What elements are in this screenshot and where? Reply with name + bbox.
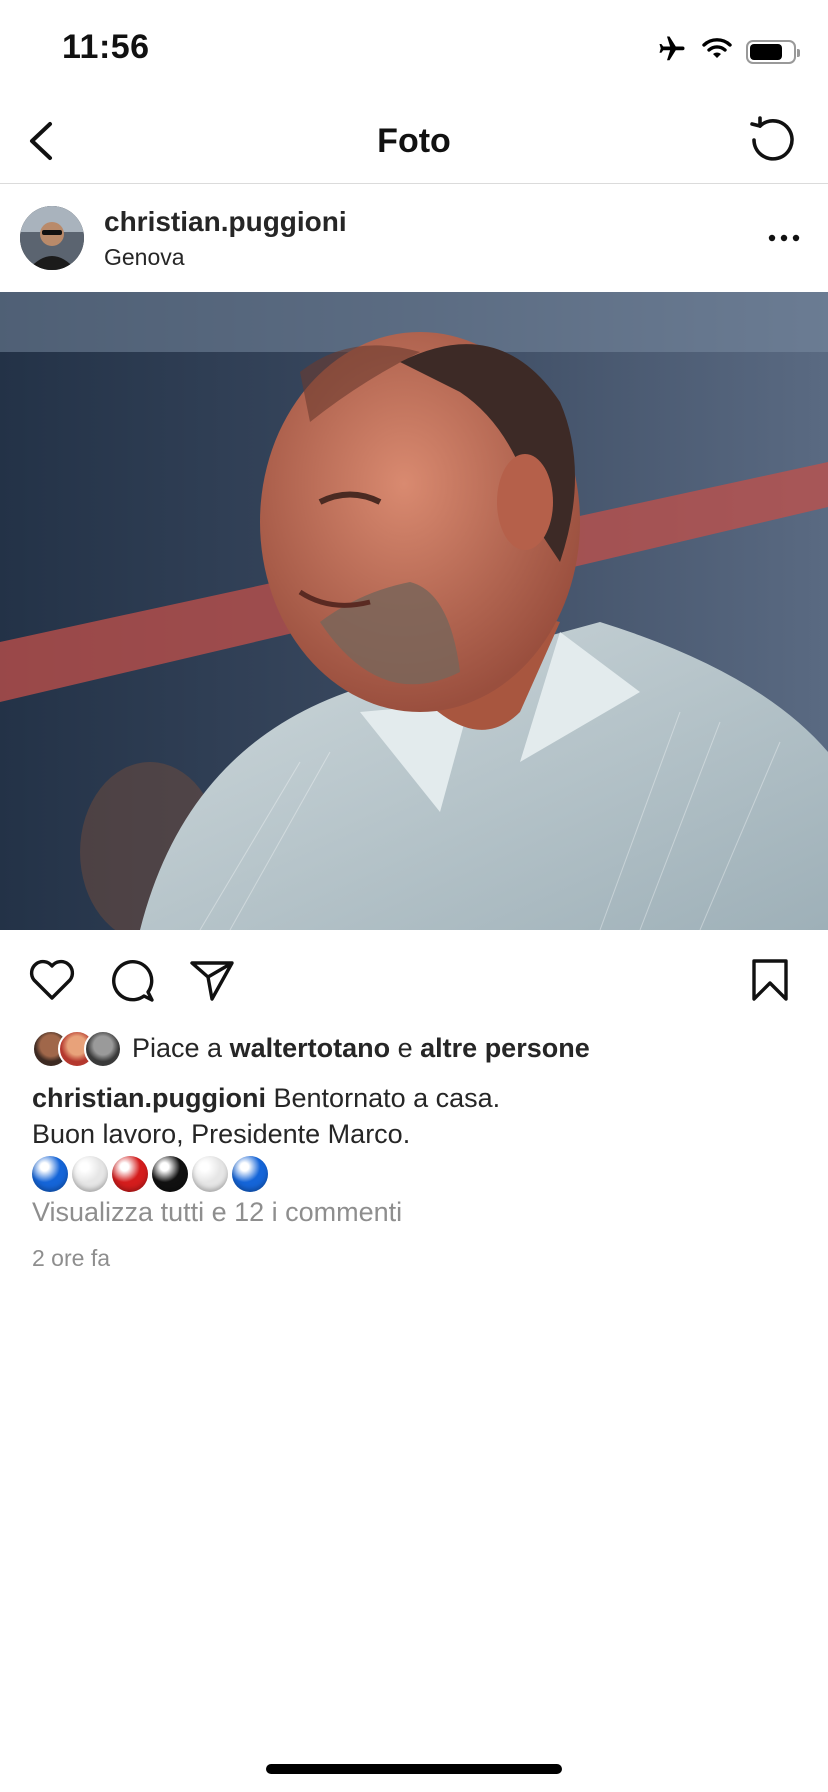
page-title: Foto bbox=[377, 122, 451, 160]
comment-button[interactable] bbox=[106, 954, 158, 1006]
status-icons bbox=[656, 34, 800, 69]
post-photo[interactable] bbox=[0, 292, 828, 930]
view-comments-link[interactable]: Visualizza tutti e 12 i commenti bbox=[32, 1197, 402, 1228]
white-circle-emoji bbox=[192, 1156, 228, 1192]
caption-username[interactable]: christian.puggioni bbox=[32, 1083, 266, 1113]
likes-user-link[interactable]: waltertotano bbox=[230, 1033, 391, 1063]
airplane-icon bbox=[656, 34, 688, 69]
likes-prefix: Piace a bbox=[132, 1032, 223, 1063]
caption-line-2: Buon lavoro, Presidente Marco. bbox=[32, 1119, 411, 1149]
post-actions bbox=[0, 930, 828, 1030]
avatar[interactable] bbox=[20, 206, 84, 270]
refresh-icon bbox=[750, 116, 794, 161]
heart-icon bbox=[29, 959, 75, 1000]
likes-conjunction: e bbox=[397, 1032, 413, 1063]
status-bar: 11:56 bbox=[0, 0, 828, 100]
comment-icon bbox=[112, 960, 154, 1002]
share-button[interactable] bbox=[186, 954, 238, 1006]
like-button[interactable] bbox=[26, 954, 78, 1006]
likes-row[interactable]: Piace a waltertotano e altre persone bbox=[32, 1028, 590, 1068]
likes-text: Piace a waltertotano e altre persone bbox=[132, 1033, 590, 1064]
nav-bar: Foto bbox=[0, 100, 828, 184]
likes-others-link[interactable]: altre persone bbox=[420, 1033, 590, 1063]
post-header: christian.puggioni Genova bbox=[0, 184, 828, 292]
save-button[interactable] bbox=[744, 954, 796, 1006]
bookmark-icon bbox=[752, 959, 788, 1001]
red-circle-emoji bbox=[112, 1156, 148, 1192]
avatar bbox=[84, 1030, 122, 1068]
black-circle-emoji bbox=[152, 1156, 188, 1192]
battery-icon bbox=[746, 39, 800, 64]
blue-circle-emoji bbox=[32, 1156, 68, 1192]
more-options-button[interactable] bbox=[762, 218, 806, 258]
emoji-row bbox=[32, 1156, 802, 1192]
white-circle-emoji bbox=[72, 1156, 108, 1192]
wifi-icon bbox=[702, 37, 732, 66]
post-timestamp: 2 ore fa bbox=[32, 1245, 110, 1271]
share-icon bbox=[190, 961, 234, 1001]
post-caption: christian.puggioni Bentornato a casa. Bu… bbox=[32, 1080, 802, 1192]
liker-avatars bbox=[32, 1030, 122, 1068]
status-time: 11:56 bbox=[62, 28, 150, 66]
caption-line-1: Bentornato a casa. bbox=[273, 1083, 501, 1113]
home-indicator[interactable] bbox=[266, 1764, 562, 1774]
refresh-button[interactable] bbox=[746, 114, 798, 166]
post-location[interactable]: Genova bbox=[104, 244, 185, 271]
more-icon bbox=[768, 234, 800, 242]
post-username[interactable]: christian.puggioni bbox=[104, 206, 347, 238]
blue-circle-emoji bbox=[232, 1156, 268, 1192]
